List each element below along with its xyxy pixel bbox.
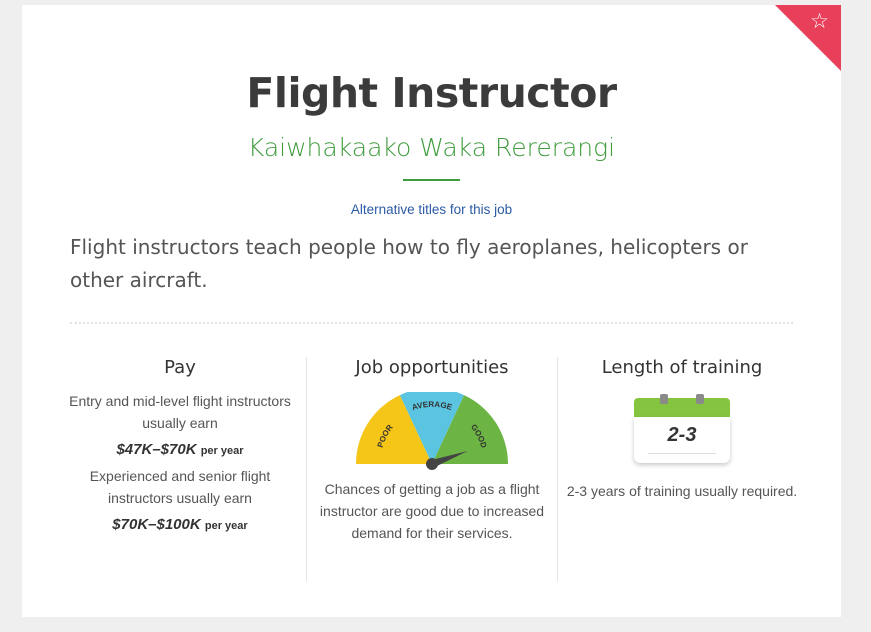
training-heading: Length of training <box>601 357 763 378</box>
job-title: Flight Instructor <box>246 69 617 117</box>
favourite-corner[interactable] <box>775 5 841 71</box>
job-description: Flight instructors teach people how to f… <box>70 235 748 292</box>
calendar-line <box>648 453 716 454</box>
calendar-ring <box>696 394 704 404</box>
job-opportunities-gauge: POOR AVERAGE GOOD <box>356 392 508 470</box>
pay-senior-value: $70K–$100K <box>112 516 201 533</box>
pay-entry-value: $47K–$70K <box>116 441 197 458</box>
job-card: ☆ Flight Instructor Kaiwhakaako Waka Rer… <box>22 5 841 617</box>
pay-heading: Pay <box>164 357 196 378</box>
maori-title: Kaiwhakaako Waka Rererangi <box>247 133 616 162</box>
pay-entry-amount: $47K–$70K per year <box>58 441 302 458</box>
alternative-titles-link[interactable]: Alternative titles for this job <box>22 202 841 217</box>
calendar-header <box>634 398 730 417</box>
job-opportunities-heading: Job opportunities <box>355 357 509 378</box>
job-opportunities-text: Chances of getting a job as a flight ins… <box>319 481 545 541</box>
pay-entry-unit: per year <box>200 445 244 457</box>
pay-entry-text: Entry and mid-level flight instructors u… <box>69 393 291 431</box>
column-divider <box>557 357 558 581</box>
pay-senior-amount: $70K–$100K per year <box>58 516 302 533</box>
star-outline-icon[interactable]: ☆ <box>810 11 829 32</box>
job-opportunities-section: Job opportunities POOR AVERAGE GOOD Chan… <box>310 357 554 544</box>
pay-senior-text: Experienced and senior flight instructor… <box>89 468 271 506</box>
column-divider <box>306 357 307 581</box>
calendar-ring <box>660 394 668 404</box>
calendar-value: 2-3 <box>667 424 697 446</box>
section-divider <box>70 322 793 324</box>
training-text: 2-3 years of training usually required. <box>566 483 798 499</box>
title-underline <box>403 179 460 181</box>
pay-section: Pay Entry and mid-level flight instructo… <box>58 357 302 540</box>
calendar-icon: 2-3 <box>634 394 730 466</box>
pay-senior-unit: per year <box>204 520 248 532</box>
training-section: Length of training 2-3 2-3 years of trai… <box>562 357 802 502</box>
